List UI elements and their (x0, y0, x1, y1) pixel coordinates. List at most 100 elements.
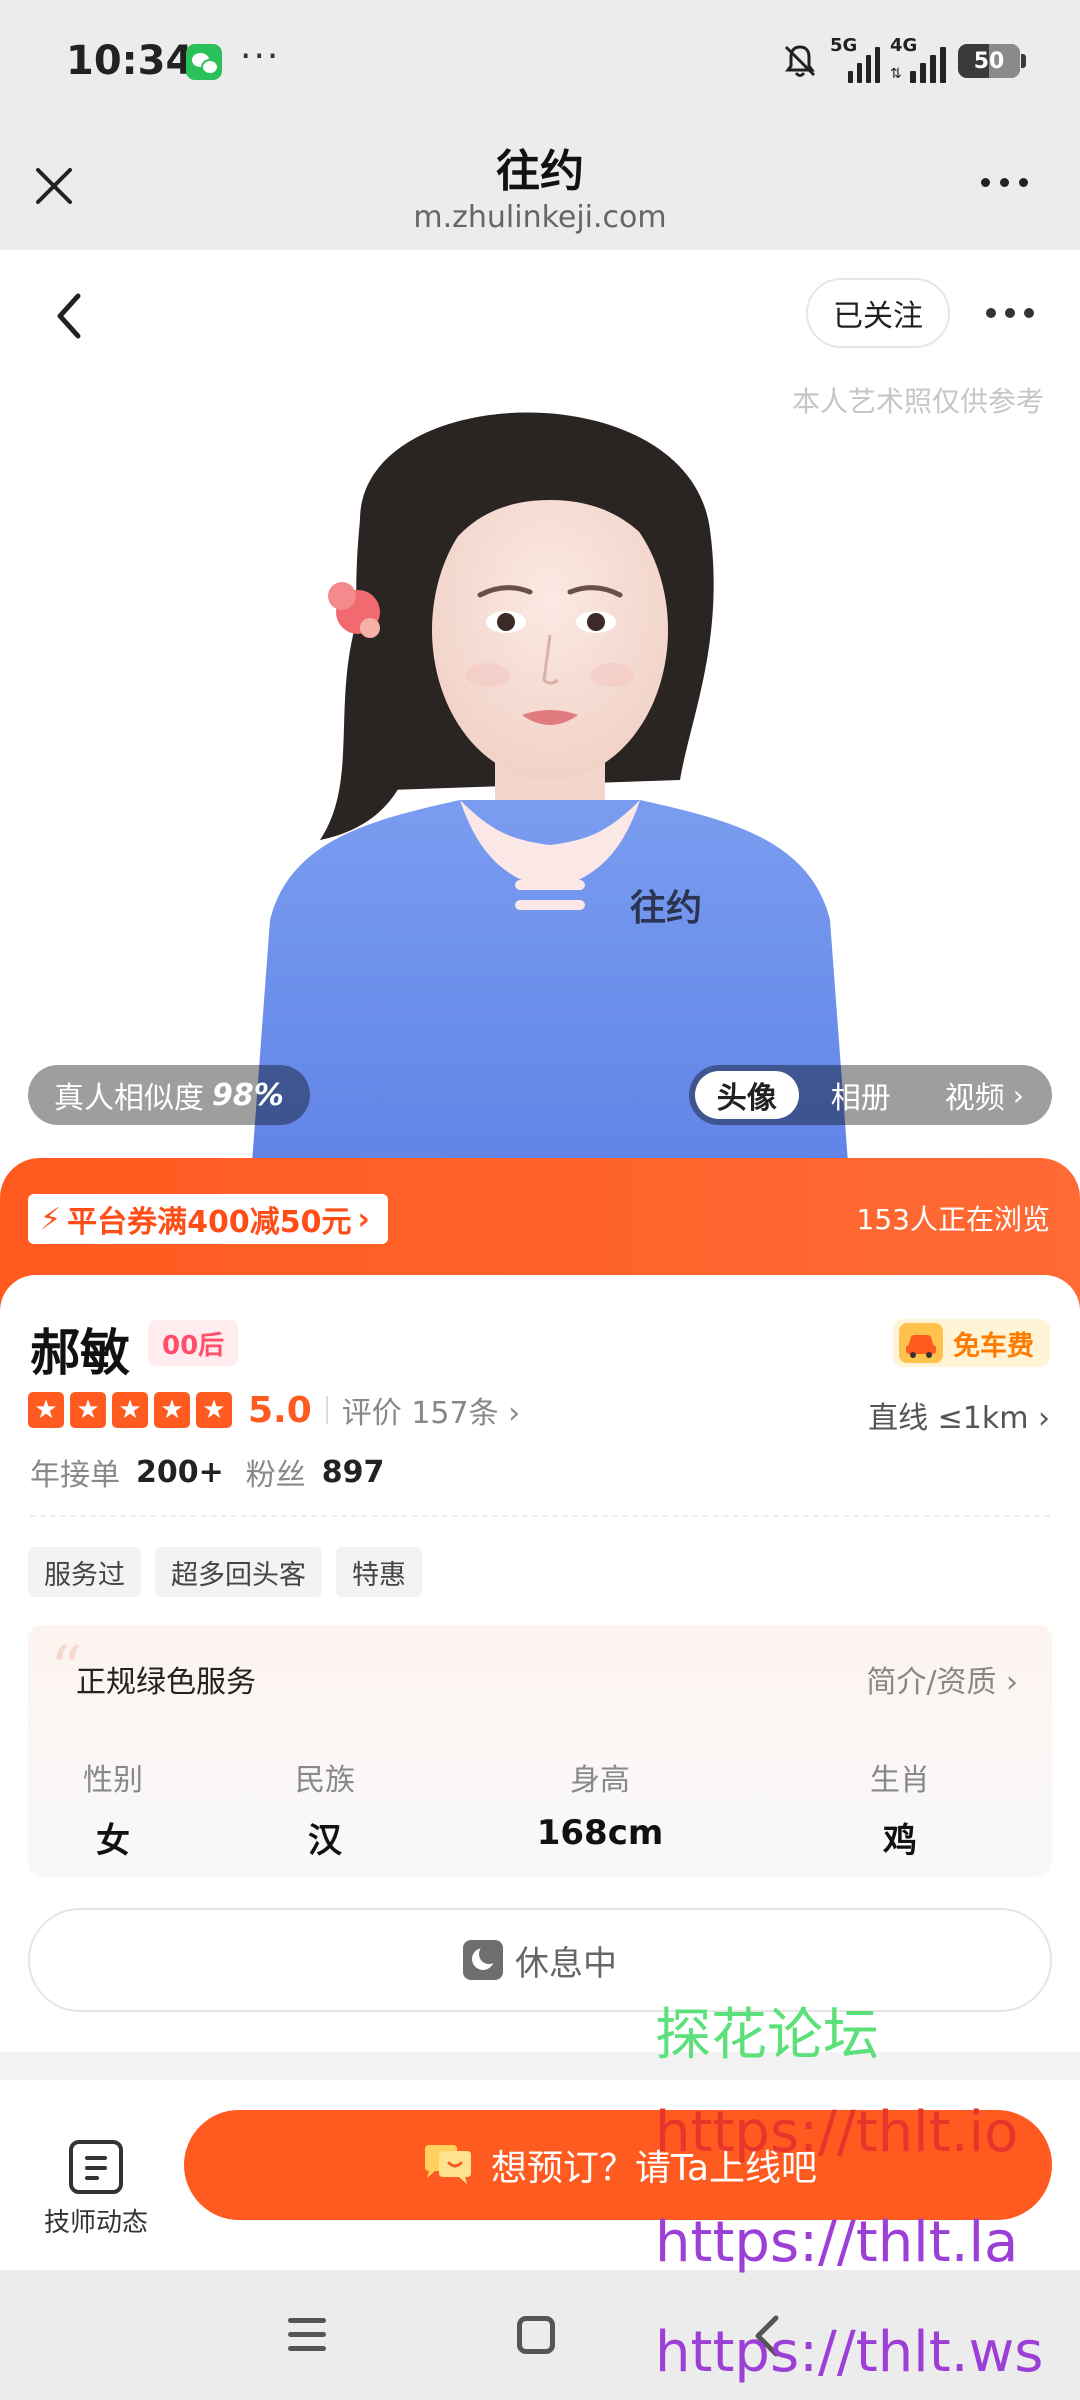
browser-title: 往约 (496, 146, 584, 197)
chevron-right-icon: › (357, 1201, 370, 1237)
distance-link[interactable]: 直线 ≤1km › (868, 1393, 1050, 1437)
battery-level: 50 (973, 48, 1005, 74)
wechat-icon (186, 44, 222, 80)
watermark-line: 探花论坛 (655, 2003, 879, 2068)
similarity-label: 真人相似度 (54, 1081, 204, 1116)
generation-badge: 00后 (148, 1320, 239, 1366)
chevron-right-icon: › (1012, 1078, 1024, 1112)
signal-5g-icon: 5G (830, 35, 880, 83)
coupon-label: 平台券满400减50元 (67, 1205, 352, 1240)
document-icon (69, 2140, 123, 2194)
menu-icon[interactable] (288, 2318, 326, 2360)
watermark-line: https://thlt.io (655, 2100, 1019, 2165)
art-photo-note: 本人艺术照仅供参考 (791, 385, 1044, 418)
intro-qualification-link[interactable]: 简介/资质 › (866, 1657, 1018, 1701)
follow-button[interactable]: 已关注 (806, 278, 950, 348)
tab-video-label: 视频 (944, 1081, 1005, 1116)
status-time: 10:34 (66, 38, 194, 84)
lightning-icon: ⚡ (40, 1201, 62, 1237)
fans-label: 粉丝 (245, 1458, 306, 1493)
more-icon[interactable] (986, 308, 1034, 318)
section-gap (0, 2052, 1080, 2080)
free-car-label: 免车费 (953, 1330, 1034, 1362)
star-icon: ★ (112, 1392, 148, 1428)
chevron-right-icon: › (1038, 1401, 1050, 1436)
star-icon: ★ (28, 1392, 64, 1428)
home-icon[interactable] (517, 2316, 555, 2354)
data-arrows-icon: ⇅ (890, 66, 902, 82)
similarity-value: 98% (212, 1077, 284, 1113)
tech-feed-label: 技师动态 (43, 2208, 148, 2238)
signal-5g-label: 5G (830, 35, 858, 56)
battery-icon: 50 (958, 44, 1026, 78)
more-notifications-icon: ··· (240, 36, 281, 77)
status-indicators: 5G 4G ⇅ 50 (780, 35, 1026, 86)
moon-icon (463, 1940, 503, 1980)
browser-url: m.zhulinkeji.com (413, 200, 667, 235)
profile-name: 郝敏 (30, 1324, 130, 1382)
svg-text:往约: 往约 (630, 888, 702, 929)
coupon-button[interactable]: ⚡ 平台券满400减50元 › (28, 1194, 388, 1244)
divider (30, 1515, 1050, 1517)
rest-status-label: 休息中 (515, 1943, 617, 1984)
attribute-grid: 性别 女 民族 汉 身高 168cm 生肖 鸡 (28, 1755, 1052, 1862)
intro-title: 正规绿色服务 (76, 1665, 256, 1700)
star-rating: ★ ★ ★ ★ ★ (28, 1392, 238, 1428)
reviews-link[interactable]: 评价 157条 › (342, 1388, 520, 1432)
attribute-label: 身高 (570, 1763, 630, 1798)
attribute-value: 鸡 (883, 1821, 917, 1861)
photo-hero: 往约 已关注 本人艺术照仅供参考 真人相似度 98% 头像 相册 视频 › (0, 250, 1080, 1190)
reviews-label: 评价 157条 (341, 1396, 499, 1431)
tag-item: 服务过 (28, 1547, 141, 1597)
rest-status-button[interactable]: 休息中 (28, 1908, 1052, 2012)
car-icon (899, 1323, 943, 1363)
signal-4g-icon: 4G ⇅ (890, 35, 948, 83)
mute-bell-icon (784, 45, 816, 77)
status-bar: 10:34 ··· 5G 4G ⇅ 50 (0, 0, 1080, 125)
star-icon: ★ (154, 1392, 190, 1428)
attribute-value: 女 (96, 1821, 130, 1861)
profile-page: 往约 已关注 本人艺术照仅供参考 真人相似度 98% 头像 相册 视频 › ⚡ … (0, 250, 1080, 2270)
divider (325, 1396, 328, 1424)
intro-panel: “ 正规绿色服务 简介/资质 › 性别 女 民族 汉 身高 168cm 生肖 鸡 (28, 1625, 1052, 1877)
free-car-badge: 免车费 (893, 1319, 1050, 1367)
tech-feed-button[interactable]: 技师动态 (26, 2140, 166, 2239)
back-icon[interactable] (50, 288, 90, 344)
browsing-count: 153人正在浏览 (856, 1203, 1050, 1236)
watermark-line: https://thlt.ws (655, 2320, 1044, 2385)
attribute-label: 性别 (83, 1763, 143, 1798)
tab-album[interactable]: 相册 (809, 1071, 913, 1119)
attribute-label: 生肖 (870, 1763, 930, 1798)
rating-row: ★ ★ ★ ★ ★ 5.0 评价 157条 › (28, 1387, 520, 1433)
fans-value: 897 (321, 1454, 385, 1490)
attribute-ethnicity: 民族 汉 (210, 1755, 440, 1862)
rating-score: 5.0 (248, 1389, 312, 1431)
browser-more-icon[interactable] (981, 178, 1028, 187)
chevron-right-icon: › (1006, 1665, 1018, 1700)
tag-item: 超多回头客 (155, 1547, 322, 1597)
attribute-gender: 性别 女 (28, 1755, 198, 1862)
star-icon: ★ (70, 1392, 106, 1428)
star-icon: ★ (196, 1392, 232, 1428)
tag-list: 服务过 超多回头客 特惠 (28, 1547, 422, 1597)
attribute-value: 汉 (308, 1821, 342, 1861)
chevron-right-icon: › (508, 1396, 521, 1431)
similarity-badge: 真人相似度 98% (28, 1065, 310, 1125)
browser-header: 往约 m.zhulinkeji.com (0, 125, 1080, 250)
stats-row: 年接单 200+ 粉丝 897 (30, 1450, 406, 1494)
attribute-zodiac: 生肖 鸡 (810, 1755, 990, 1862)
orders-value: 200+ (136, 1454, 224, 1490)
intro-link-label: 简介/资质 (866, 1665, 997, 1700)
distance-label: 直线 ≤1km (868, 1401, 1029, 1436)
media-tabs: 头像 相册 视频 › (688, 1065, 1052, 1125)
orders-label: 年接单 (30, 1458, 120, 1493)
tag-item: 特惠 (336, 1547, 422, 1597)
attribute-label: 民族 (295, 1763, 355, 1798)
chat-bubble-icon (424, 2145, 471, 2184)
watermark-line: https://thlt.la (655, 2210, 1019, 2275)
signal-4g-label: 4G (890, 35, 918, 56)
attribute-value: 168cm (536, 1813, 664, 1853)
tab-video[interactable]: 视频 › (923, 1071, 1046, 1119)
tab-avatar[interactable]: 头像 (694, 1071, 799, 1119)
attribute-height: 身高 168cm (480, 1755, 720, 1862)
